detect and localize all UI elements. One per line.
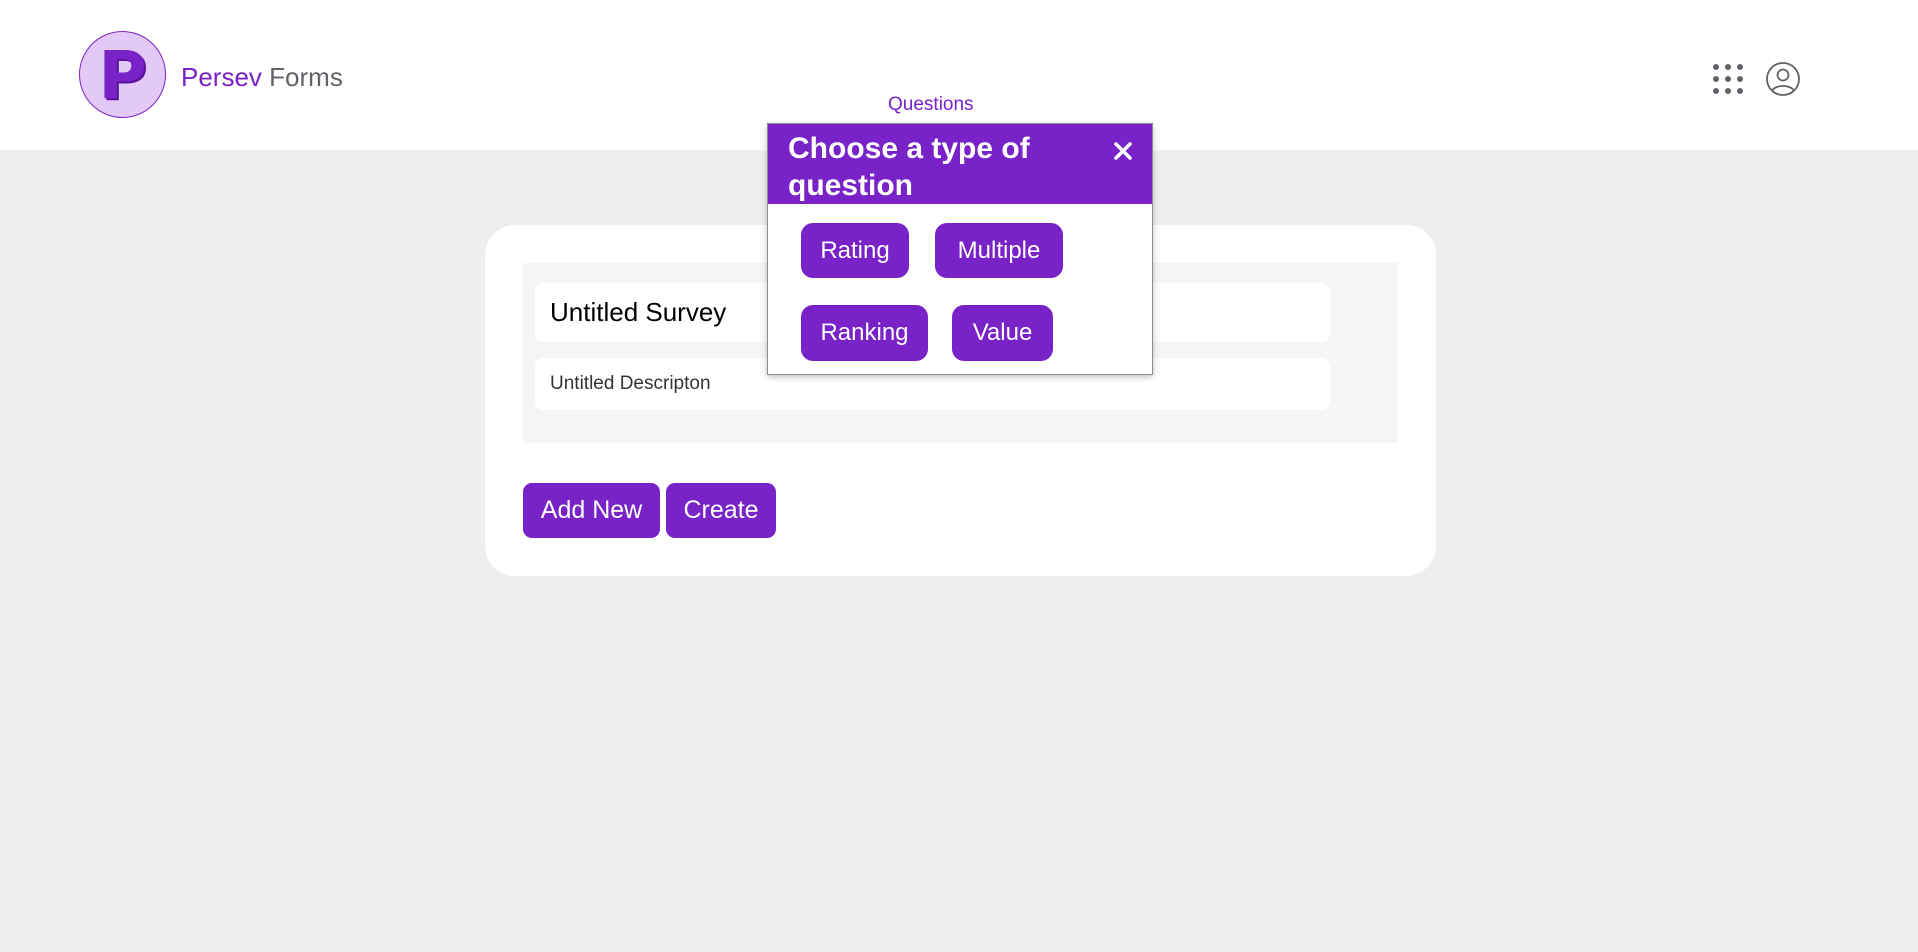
logo-letter: P [98, 36, 147, 114]
type-ranking-button[interactable]: Ranking [801, 305, 928, 361]
close-button[interactable] [1108, 136, 1138, 166]
dialog-title: Choose a type of question [788, 132, 1030, 202]
brand-title[interactable]: Persev Forms [181, 61, 343, 93]
add-new-button[interactable]: Add New [523, 483, 660, 538]
create-button[interactable]: Create [666, 483, 776, 538]
brand-name: Persev [181, 62, 262, 92]
close-icon [1114, 142, 1132, 160]
dialog-header: Choose a type of question [768, 124, 1152, 204]
account-circle-icon[interactable] [1765, 61, 1801, 97]
tab-questions[interactable]: Questions [888, 94, 974, 116]
brand-subtitle: Forms [269, 62, 343, 92]
apps-grid-icon[interactable] [1712, 63, 1744, 95]
persev-logo[interactable]: P [79, 31, 166, 118]
type-value-button[interactable]: Value [952, 305, 1053, 361]
type-multiple-button[interactable]: Multiple [935, 223, 1063, 278]
question-type-dialog: Choose a type of question Rating Multipl… [767, 123, 1153, 375]
type-rating-button[interactable]: Rating [801, 223, 909, 278]
